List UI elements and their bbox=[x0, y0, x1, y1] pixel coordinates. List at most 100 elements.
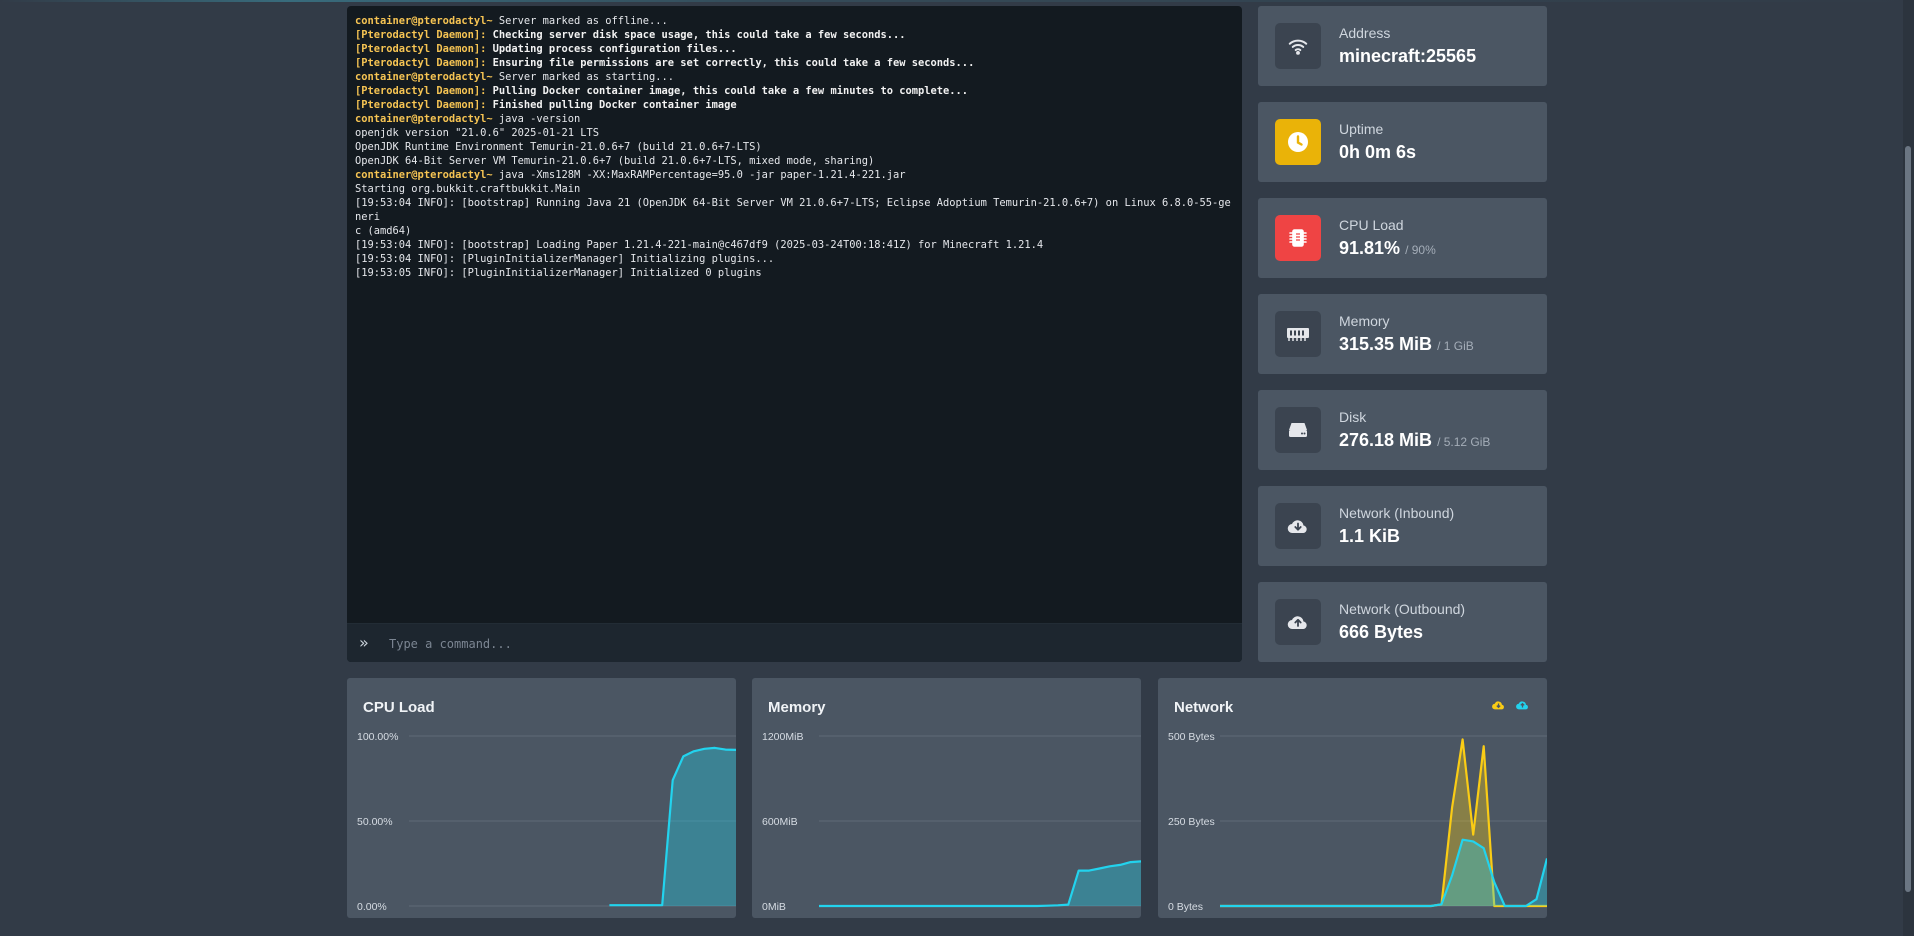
console-line: [Pterodactyl Daemon]: Finished pulling D… bbox=[355, 98, 1235, 112]
console-line: [Pterodactyl Daemon]: Pulling Docker con… bbox=[355, 84, 1235, 98]
console-line-segment: Finished pulling Docker container image bbox=[486, 99, 737, 111]
disk-limit: / 5.12 GiB bbox=[1437, 435, 1491, 449]
console-line-segment: container@pterodactyl~ bbox=[355, 15, 499, 27]
cpu-value: 91.81% bbox=[1339, 238, 1401, 258]
network-outbound-value: 666 Bytes bbox=[1339, 622, 1424, 642]
network-inbound-label: Network (Inbound) bbox=[1339, 505, 1455, 521]
disk-label: Disk bbox=[1339, 409, 1367, 425]
console-line-segment: [Pterodactyl Daemon]: bbox=[355, 85, 487, 97]
console-line: [19:53:04 INFO]: [bootstrap] Running Jav… bbox=[355, 196, 1235, 224]
y-tick-label: 0.00% bbox=[357, 901, 387, 913]
console-line-segment: [Pterodactyl Daemon]: bbox=[355, 29, 487, 41]
console-line-segment: Checking server disk space usage, this c… bbox=[486, 29, 906, 41]
command-bar: » bbox=[347, 623, 1242, 662]
cpu-limit: / 90% bbox=[1405, 243, 1436, 257]
memory-limit: / 1 GiB bbox=[1437, 339, 1474, 353]
stat-card-address: Address minecraft:25565 bbox=[1258, 6, 1547, 86]
console-line: container@pterodactyl~ Server marked as … bbox=[355, 70, 1235, 84]
disk-value: 276.18 MiB bbox=[1339, 430, 1433, 450]
series-area bbox=[1220, 739, 1547, 906]
console-output: container@pterodactyl~ Server marked as … bbox=[355, 14, 1235, 624]
console-line: [19:53:05 INFO]: [PluginInitializerManag… bbox=[355, 266, 1235, 280]
stat-card-cpu: CPU Load 91.81% / 90% bbox=[1258, 198, 1547, 278]
scrollbar-thumb[interactable] bbox=[1905, 146, 1911, 892]
memory-stick-icon bbox=[1275, 311, 1321, 357]
memory-value-wrap: 315.35 MiB / 1 GiB bbox=[1339, 334, 1474, 355]
console-line-segment: Server marked as offline... bbox=[498, 15, 668, 27]
y-tick-label: 250 Bytes bbox=[1168, 816, 1215, 828]
wifi-icon bbox=[1275, 23, 1321, 69]
console-line: container@pterodactyl~ java -Xms128M -XX… bbox=[355, 168, 1235, 182]
console-line: Starting org.bukkit.craftbukkit.Main bbox=[355, 182, 1235, 196]
console-line-segment: java -version bbox=[498, 113, 581, 125]
cloud-upload-icon bbox=[1275, 599, 1321, 645]
console-line: [Pterodactyl Daemon]: Checking server di… bbox=[355, 28, 1235, 42]
memory-chart-card: Memory 1200MiB 600MiB 0MiB bbox=[752, 678, 1141, 918]
console-line-segment: Starting org.bukkit.craftbukkit.Main bbox=[355, 183, 581, 195]
network-chart-card: Network 500 Bytes 250 Bytes 0 Bytes bbox=[1158, 678, 1547, 918]
y-tick-label: 50.00% bbox=[357, 816, 393, 828]
cpu-chart-card: CPU Load 100.00% 50.00% 0.00% bbox=[347, 678, 736, 918]
network-chart: 500 Bytes 250 Bytes 0 Bytes bbox=[1168, 731, 1547, 913]
console-line: [Pterodactyl Daemon]: Ensuring file perm… bbox=[355, 56, 1235, 70]
console-line-segment: OpenJDK 64-Bit Server VM Temurin-21.0.6+… bbox=[355, 155, 875, 167]
y-tick-label: 600MiB bbox=[762, 816, 798, 828]
console-line-segment: Server marked as starting... bbox=[498, 71, 675, 83]
memory-label: Memory bbox=[1339, 313, 1390, 329]
y-tick-label: 0 Bytes bbox=[1168, 901, 1203, 913]
console-line-segment: container@pterodactyl~ bbox=[355, 113, 499, 125]
console-line-segment: java -Xms128M -XX:MaxRAMPercentage=95.0 … bbox=[498, 169, 906, 181]
uptime-label: Uptime bbox=[1339, 121, 1384, 137]
top-accent-line bbox=[0, 0, 1914, 2]
y-tick-label: 500 Bytes bbox=[1168, 731, 1215, 743]
stat-card-network-inbound: Network (Inbound) 1.1 KiB bbox=[1258, 486, 1547, 566]
series-area bbox=[1220, 839, 1547, 906]
address-value: minecraft:25565 bbox=[1339, 46, 1477, 66]
console-line-segment: [19:53:04 INFO]: [PluginInitializerManag… bbox=[355, 253, 775, 265]
stat-card-memory: Memory 315.35 MiB / 1 GiB bbox=[1258, 294, 1547, 374]
console-line: OpenJDK Runtime Environment Temurin-21.0… bbox=[355, 140, 1235, 154]
cpu-chip-icon bbox=[1275, 215, 1321, 261]
stat-card-uptime: Uptime 0h 0m 6s bbox=[1258, 102, 1547, 182]
console-line: container@pterodactyl~ Server marked as … bbox=[355, 14, 1235, 28]
y-tick-label: 0MiB bbox=[762, 901, 786, 913]
network-outbound-label: Network (Outbound) bbox=[1339, 601, 1466, 617]
cpu-value-wrap: 91.81% / 90% bbox=[1339, 238, 1436, 259]
disk-value-wrap: 276.18 MiB / 5.12 GiB bbox=[1339, 430, 1490, 451]
memory-value: 315.35 MiB bbox=[1339, 334, 1433, 354]
console-line: c (amd64) bbox=[355, 224, 1235, 238]
console-line-segment: [19:53:04 INFO]: [bootstrap] Loading Pap… bbox=[355, 239, 1044, 251]
series-area bbox=[609, 747, 736, 906]
clock-icon bbox=[1275, 119, 1321, 165]
console-line-segment: Ensuring file permissions are set correc… bbox=[486, 57, 975, 69]
console-line-segment: [19:53:04 INFO]: [bootstrap] Running Jav… bbox=[355, 197, 1231, 223]
chevron-double-right-icon: » bbox=[359, 633, 369, 652]
console-line: [19:53:04 INFO]: [bootstrap] Loading Pap… bbox=[355, 238, 1235, 252]
console-line-segment: [19:53:05 INFO]: [PluginInitializerManag… bbox=[355, 267, 762, 279]
network-inbound-value: 1.1 KiB bbox=[1339, 526, 1401, 546]
console-line: OpenJDK 64-Bit Server VM Temurin-21.0.6+… bbox=[355, 154, 1235, 168]
cpu-chart: 100.00% 50.00% 0.00% bbox=[357, 731, 736, 913]
console-line-segment: Updating process configuration files... bbox=[486, 43, 737, 55]
uptime-value: 0h 0m 6s bbox=[1339, 142, 1417, 162]
cpu-label: CPU Load bbox=[1339, 217, 1404, 233]
console-line-segment: [Pterodactyl Daemon]: bbox=[355, 43, 487, 55]
y-tick-label: 100.00% bbox=[357, 731, 398, 743]
command-input[interactable] bbox=[387, 632, 1231, 656]
y-tick-label: 1200MiB bbox=[762, 731, 803, 743]
console-line-segment: OpenJDK Runtime Environment Temurin-21.0… bbox=[355, 141, 762, 153]
server-console: container@pterodactyl~ Server marked as … bbox=[347, 6, 1242, 662]
console-line-segment: Pulling Docker container image, this cou… bbox=[486, 85, 969, 97]
console-line: [19:53:04 INFO]: [PluginInitializerManag… bbox=[355, 252, 1235, 266]
address-label: Address bbox=[1339, 25, 1391, 41]
console-line: [Pterodactyl Daemon]: Updating process c… bbox=[355, 42, 1235, 56]
cloud-download-icon bbox=[1275, 503, 1321, 549]
series-area bbox=[819, 861, 1141, 906]
console-line: container@pterodactyl~ java -version bbox=[355, 112, 1235, 126]
console-line-segment: [Pterodactyl Daemon]: bbox=[355, 99, 487, 111]
console-line-segment: c (amd64) bbox=[355, 225, 412, 237]
console-line: openjdk version "21.0.6" 2025-01-21 LTS bbox=[355, 126, 1235, 140]
console-line-segment: container@pterodactyl~ bbox=[355, 169, 499, 181]
console-line-segment: container@pterodactyl~ bbox=[355, 71, 499, 83]
hard-drive-icon bbox=[1275, 407, 1321, 453]
